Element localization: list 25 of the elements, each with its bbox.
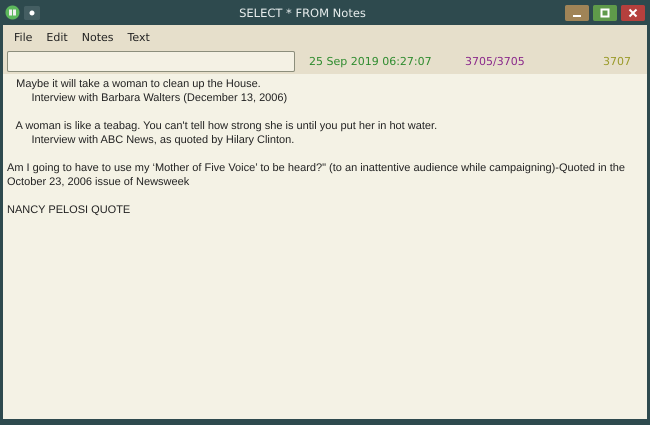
note-line: NANCY PELOSI QUOTE bbox=[7, 203, 130, 217]
window-title: SELECT * FROM Notes bbox=[238, 6, 367, 20]
record-position: 3705/3705 bbox=[465, 55, 526, 68]
note-line: October 23, 2006 issue of Newsweek bbox=[7, 175, 190, 189]
menu-item[interactable]: Text bbox=[120, 28, 157, 46]
close-icon bbox=[628, 8, 638, 18]
app-icon bbox=[5, 5, 20, 20]
menu-item[interactable]: Notes bbox=[74, 28, 121, 46]
close-button[interactable] bbox=[621, 4, 645, 20]
note-line: Maybe it will take a woman to clean up the House. bbox=[15, 77, 261, 91]
maximize-icon bbox=[600, 8, 610, 18]
record-count: 3707 bbox=[603, 55, 632, 68]
search-field[interactable] bbox=[7, 51, 295, 72]
minimize-button[interactable] bbox=[565, 4, 589, 20]
pin-button[interactable] bbox=[24, 6, 40, 20]
note-line: Interview with ABC News, as quoted by Hilary Clinton. bbox=[30, 133, 294, 147]
minimize-icon bbox=[573, 14, 581, 16]
note-line: Interview with Barbara Walters (December 13, 2006) bbox=[30, 91, 288, 105]
menu-item[interactable]: Edit bbox=[39, 28, 75, 46]
menu-item[interactable]: File bbox=[7, 28, 40, 46]
maximize-button[interactable] bbox=[593, 4, 617, 20]
date-time: 25 Sep 2019 06:27:07 bbox=[309, 55, 433, 68]
note-line: A woman is like a teabag. You can't tell how strong she is until you put her in hot water. bbox=[14, 119, 438, 133]
dot-icon bbox=[29, 10, 35, 16]
note-line: Am I going to have to use my ‘Mother of Five Voice’ to be heard?" (to an inattentive audience while campaigning)-Quoted in the bbox=[7, 161, 626, 175]
